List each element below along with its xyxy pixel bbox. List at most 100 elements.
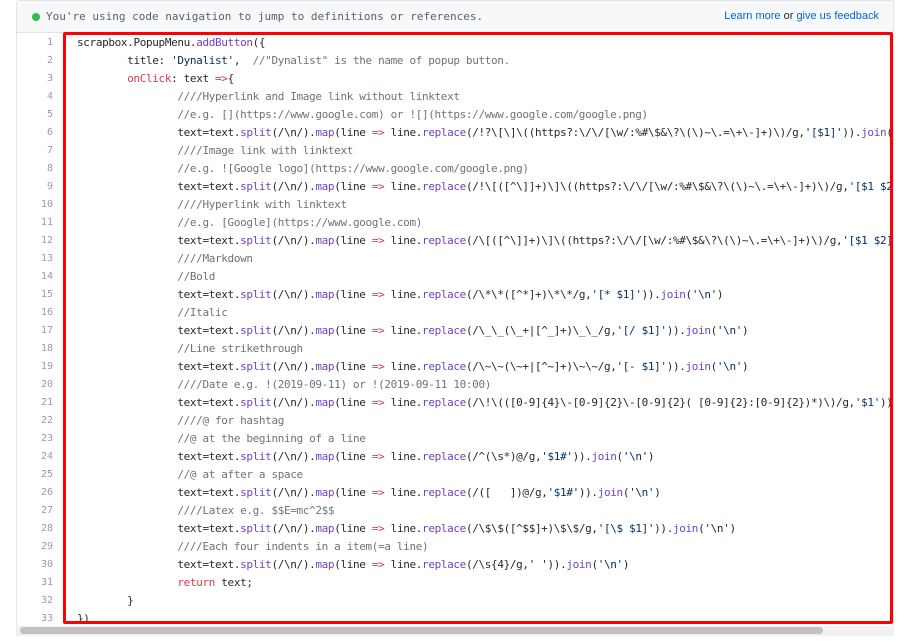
code-line: 30 text=text.split(/\n/).map(line => lin… [17, 556, 893, 574]
code-line: 2 title: 'Dynalist', //"Dynalist" is the… [17, 52, 893, 70]
code-line: 17 text=text.split(/\n/).map(line => lin… [17, 322, 893, 340]
code-line: 24 text=text.split(/\n/).map(line => lin… [17, 448, 893, 466]
code-line: 23 //@ at the beginning of a line [17, 430, 893, 448]
code-text: ////Hyperlink and Image link without lin… [77, 90, 460, 103]
code-text: ////Image link with linktext [77, 144, 353, 157]
line-number[interactable]: 19 [17, 358, 53, 376]
line-number[interactable]: 26 [17, 484, 53, 502]
code-line: 8 //e.g. ![Google logo](https://www.goog… [17, 160, 893, 178]
code-line: 19 text=text.split(/\n/).map(line => lin… [17, 358, 893, 376]
code-line: 26 text=text.split(/\n/).map(line => lin… [17, 484, 893, 502]
code-line: 15 text=text.split(/\n/).map(line => lin… [17, 286, 893, 304]
learn-more-link[interactable]: Learn more [724, 10, 780, 22]
line-number[interactable]: 12 [17, 232, 53, 250]
line-number[interactable]: 18 [17, 340, 53, 358]
code-view: You're using code navigation to jump to … [16, 0, 894, 636]
code-text: text=text.split(/\n/).map(line => line.r… [77, 450, 655, 463]
code-text: return text; [177, 576, 253, 589]
line-number[interactable]: 21 [17, 394, 53, 412]
code-text: //Line strikethrough [77, 342, 303, 355]
code-text: text=text.split(/\n/).map(line => line.r… [77, 324, 749, 337]
line-number[interactable]: 4 [17, 88, 53, 106]
code-line: 1 scrapbox.PopupMenu.addButton({ [17, 34, 893, 52]
give-feedback-link[interactable]: give us feedback [796, 10, 879, 22]
code-text: //@ at the beginning of a line [77, 432, 366, 445]
line-number[interactable]: 24 [17, 448, 53, 466]
code-line: 6 text=text.split(/\n/).map(line => line… [17, 124, 893, 142]
code-text: onClick: text =>{ [127, 72, 234, 85]
code-line: 7 ////Image link with linktext [17, 142, 893, 160]
code-text: text=text.split(/\n/).map(line => line.r… [77, 288, 724, 301]
code-text: //e.g. [](https://www.google.com) or ![]… [77, 108, 648, 121]
banner-or-text: or [783, 10, 794, 22]
line-number[interactable]: 27 [17, 502, 53, 520]
code-text: text=text.split(/\n/).map(line => line.r… [77, 486, 661, 499]
code-text: scrapbox.PopupMenu.addButton({ [77, 36, 266, 49]
code-text: text=text.split(/\n/).map(line => line.r… [77, 126, 893, 139]
code-text: text=text.split(/\n/).map(line => line.r… [77, 360, 749, 373]
line-number[interactable]: 1 [17, 34, 53, 52]
code-line: 10 ////Hyperlink with linktext [17, 196, 893, 214]
line-number[interactable]: 23 [17, 430, 53, 448]
code-text: //e.g. ![Google logo](https://www.google… [77, 162, 529, 175]
line-number[interactable]: 30 [17, 556, 53, 574]
horizontal-scrollbar-thumb[interactable] [20, 627, 823, 634]
line-number[interactable]: 5 [17, 106, 53, 124]
code-line: 21 text=text.split(/\n/).map(line => lin… [17, 394, 893, 412]
code-line: 4 ////Hyperlink and Image link without l… [17, 88, 893, 106]
line-number[interactable]: 13 [17, 250, 53, 268]
line-number[interactable]: 3 [17, 70, 53, 88]
line-number[interactable]: 7 [17, 142, 53, 160]
code-line: 9 text=text.split(/\n/).map(line => line… [17, 178, 893, 196]
line-number[interactable]: 14 [17, 268, 53, 286]
code-text: ////Date e.g. !(2019-09-11) or !(2019-09… [77, 378, 491, 391]
code-text: } [77, 594, 134, 607]
line-number[interactable]: 25 [17, 466, 53, 484]
code-line: 12 text=text.split(/\n/).map(line => lin… [17, 232, 893, 250]
code-line: 18 //Line strikethrough [17, 340, 893, 358]
line-number[interactable]: 29 [17, 538, 53, 556]
status-dot-icon [32, 13, 40, 21]
code-line: 14 //Bold [17, 268, 893, 286]
line-number[interactable]: 2 [17, 52, 53, 70]
code-text: text=text.split(/\n/).map(line => line.r… [77, 522, 736, 535]
line-number[interactable]: 20 [17, 376, 53, 394]
code-line: 32 } [17, 592, 893, 610]
line-number[interactable]: 31 [17, 574, 53, 592]
code-line: 3 onClick: text =>{ [17, 70, 893, 88]
line-number[interactable]: 22 [17, 412, 53, 430]
code-line: 29 ////Each four indents in a item(=a li… [17, 538, 893, 556]
banner-message: You're using code navigation to jump to … [46, 10, 484, 23]
line-number[interactable]: 8 [17, 160, 53, 178]
code-line: 13 ////Markdown [17, 250, 893, 268]
code-text: text=text.split(/\n/).map(line => line.r… [77, 396, 893, 409]
code-text: ////Markdown [77, 252, 253, 265]
code-line: 25 //@ at after a space [17, 466, 893, 484]
code-text: //Bold [77, 270, 215, 283]
code-line: 31 return text; [17, 574, 893, 592]
line-number[interactable]: 11 [17, 214, 53, 232]
line-number[interactable]: 15 [17, 286, 53, 304]
line-number[interactable]: 10 [17, 196, 53, 214]
code-line: 20 ////Date e.g. !(2019-09-11) or !(2019… [17, 376, 893, 394]
code-text: title: 'Dynalist', //"Dynalist" is the n… [77, 54, 510, 67]
code-navigation-banner: You're using code navigation to jump to … [17, 1, 893, 33]
code-text: //@ at after a space [77, 468, 303, 481]
line-number[interactable]: 9 [17, 178, 53, 196]
code-line: 22 ////@ for hashtag [17, 412, 893, 430]
code-text: text=text.split(/\n/).map(line => line.r… [77, 234, 894, 247]
line-number[interactable]: 17 [17, 322, 53, 340]
code-text: text=text.split(/\n/).map(line => line.r… [77, 558, 630, 571]
code-line: 11 //e.g. [Google](https://www.google.co… [17, 214, 893, 232]
code-text: ////Hyperlink with linktext [77, 198, 347, 211]
line-number[interactable]: 6 [17, 124, 53, 142]
line-number[interactable]: 28 [17, 520, 53, 538]
code-text: ////Each four indents in a item(=a line) [77, 540, 429, 553]
code-line: 27 ////Latex e.g. $$E=mc^2$$ [17, 502, 893, 520]
code-text: text=text.split(/\n/).map(line => line.r… [77, 180, 893, 193]
line-number[interactable]: 16 [17, 304, 53, 322]
line-number[interactable]: 32 [17, 592, 53, 610]
code-text: //e.g. [Google](https://www.google.com) [77, 216, 422, 229]
code-line: 5 //e.g. [](https://www.google.com) or !… [17, 106, 893, 124]
code-text: ////Latex e.g. $$E=mc^2$$ [77, 504, 335, 517]
